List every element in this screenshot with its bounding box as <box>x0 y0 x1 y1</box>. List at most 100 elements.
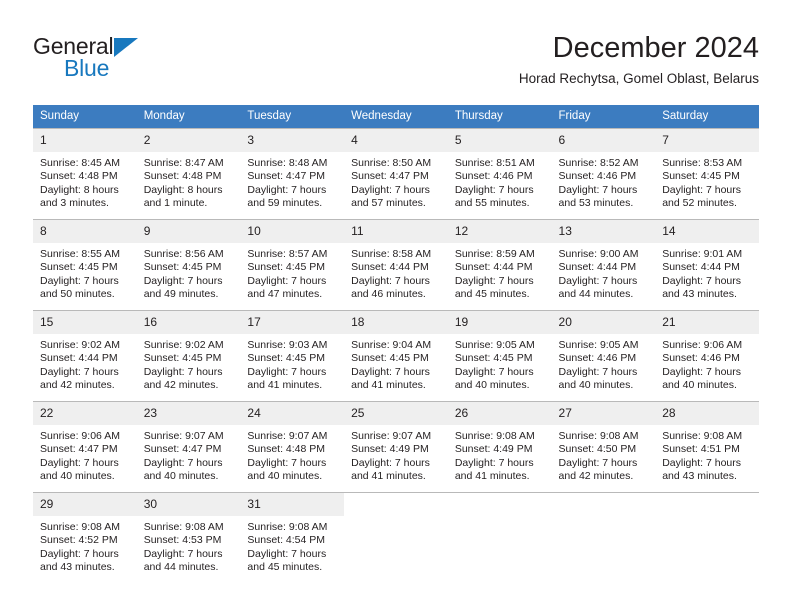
calendar-day-cell[interactable]: 1 Sunrise: 8:45 AM Sunset: 4:48 PM Daylight… <box>33 128 137 220</box>
sunrise-text: Sunrise: 8:59 AM <box>454 248 535 260</box>
calendar-day-cell[interactable]: 2 Sunrise: 8:47 AM Sunset: 4:48 PM Daylight… <box>136 128 241 220</box>
sunrise-text: Sunrise: 9:02 AM <box>143 339 224 351</box>
calendar-week-row: 1 Sunrise: 8:45 AM Sunset: 4:48 PM Daylight… <box>33 128 759 220</box>
day-number: 17 <box>240 311 345 334</box>
day-number: 8 <box>33 220 137 243</box>
calendar-day-cell[interactable]: 4 Sunrise: 8:50 AM Sunset: 4:47 PM Daylight… <box>344 128 448 220</box>
sunset-text: Sunset: 4:49 PM <box>351 443 429 456</box>
calendar-day-cell[interactable]: 24 Sunrise: 9:07 AM Sunset: 4:48 PM Dayligh… <box>240 401 345 493</box>
calendar-day-cell[interactable]: 18 Sunrise: 9:04 AM Sunset: 4:45 PM Dayligh… <box>344 310 448 402</box>
sunset-text: Sunset: 4:45 PM <box>143 261 222 274</box>
daylight-text-line2: and 46 minutes. <box>351 288 426 301</box>
calendar-day-cell[interactable]: 17 Sunrise: 9:03 AM Sunset: 4:45 PM Dayligh… <box>240 310 345 402</box>
day-number: 29 <box>33 493 137 516</box>
day-details: Sunrise: 8:45 AM Sunset: 4:48 PM Daylight:… <box>33 152 137 211</box>
page-header: General Blue December 2024 Horad Rechyts… <box>0 0 792 100</box>
sunset-text: Sunset: 4:46 PM <box>558 170 637 183</box>
sunrise-text: Sunrise: 9:07 AM <box>351 430 432 442</box>
day-number: 26 <box>447 402 552 425</box>
day-number: 18 <box>344 311 448 334</box>
calendar-day-cell[interactable]: 21 Sunrise: 9:06 AM Sunset: 4:46 PM Dayligh… <box>655 310 759 402</box>
calendar-day-cell[interactable]: 29 Sunrise: 9:08 AM Sunset: 4:52 PM Dayligh… <box>33 492 137 583</box>
calendar-day-cell[interactable]: 28 Sunrise: 9:08 AM Sunset: 4:51 PM Dayligh… <box>655 401 759 493</box>
day-number: 24 <box>240 402 345 425</box>
sunrise-text: Sunrise: 9:03 AM <box>247 339 328 351</box>
calendar-day-cell[interactable]: 5 Sunrise: 8:51 AM Sunset: 4:46 PM Daylight… <box>447 128 552 220</box>
sunrise-text: Sunrise: 9:08 AM <box>143 521 224 533</box>
day-details: Sunrise: 8:50 AM Sunset: 4:47 PM Daylight:… <box>344 152 448 211</box>
daylight-text-line1: Daylight: 7 hours <box>247 456 327 469</box>
title-block: December 2024 Horad Rechytsa, Gomel Obla… <box>519 30 759 89</box>
sunset-text: Sunset: 4:53 PM <box>143 534 222 547</box>
daylight-text-line2: and 44 minutes. <box>143 561 219 574</box>
daylight-text-line1: Daylight: 7 hours <box>558 365 638 378</box>
sunset-text: Sunset: 4:47 PM <box>40 443 118 456</box>
calendar-day-cell[interactable]: 31 Sunrise: 9:08 AM Sunset: 4:54 PM Dayligh… <box>240 492 345 583</box>
calendar-day-cell[interactable]: 30 Sunrise: 9:08 AM Sunset: 4:53 PM Dayligh… <box>136 492 241 583</box>
day-number <box>655 493 759 516</box>
day-number: 23 <box>136 402 241 425</box>
daylight-text-line1: Daylight: 7 hours <box>454 274 534 287</box>
calendar-day-cell[interactable]: 22 Sunrise: 9:06 AM Sunset: 4:47 PM Dayligh… <box>33 401 137 493</box>
page-subtitle: Horad Rechytsa, Gomel Oblast, Belarus <box>518 71 759 86</box>
day-details: Sunrise: 8:57 AM Sunset: 4:45 PM Daylight:… <box>240 243 344 302</box>
calendar-day-cell[interactable]: 25 Sunrise: 9:07 AM Sunset: 4:49 PM Dayligh… <box>344 401 448 493</box>
daylight-text-line1: Daylight: 7 hours <box>558 456 638 469</box>
day-number: 19 <box>447 311 552 334</box>
day-number: 3 <box>240 129 345 152</box>
sunrise-text: Sunrise: 9:07 AM <box>143 430 224 442</box>
daylight-text-line2: and 47 minutes. <box>247 288 323 301</box>
calendar-day-cell[interactable]: 3 Sunrise: 8:48 AM Sunset: 4:47 PM Daylight… <box>240 128 345 220</box>
daylight-text-line2: and 43 minutes. <box>40 561 115 574</box>
sunrise-text: Sunrise: 8:53 AM <box>662 157 743 169</box>
daylight-text-line2: and 40 minutes. <box>454 379 530 392</box>
daylight-text-line2: and 42 minutes. <box>40 379 115 392</box>
daylight-text-line1: Daylight: 7 hours <box>351 456 430 469</box>
daylight-text-line1: Daylight: 7 hours <box>351 274 430 287</box>
calendar-day-cell[interactable]: 20 Sunrise: 9:05 AM Sunset: 4:46 PM Dayligh… <box>551 310 656 402</box>
calendar-day-cell[interactable]: 11 Sunrise: 8:58 AM Sunset: 4:44 PM Dayligh… <box>344 219 448 311</box>
day-details: Sunrise: 9:08 AM Sunset: 4:54 PM Daylight:… <box>240 516 344 575</box>
calendar-day-cell[interactable]: 7 Sunrise: 8:53 AM Sunset: 4:45 PM Daylight… <box>655 128 759 220</box>
calendar-day-cell[interactable]: 14 Sunrise: 9:01 AM Sunset: 4:44 PM Dayligh… <box>655 219 759 311</box>
daylight-text-line2: and 59 minutes. <box>247 197 323 210</box>
calendar-day-cell[interactable]: 8 Sunrise: 8:55 AM Sunset: 4:45 PM Daylight… <box>33 219 137 311</box>
calendar-day-cell[interactable]: 13 Sunrise: 9:00 AM Sunset: 4:44 PM Dayligh… <box>551 219 656 311</box>
sunset-text: Sunset: 4:45 PM <box>247 352 326 365</box>
sunrise-text: Sunrise: 8:50 AM <box>351 157 432 169</box>
day-details: Sunrise: 9:07 AM Sunset: 4:49 PM Daylight:… <box>344 425 448 484</box>
calendar-day-cell[interactable]: 9 Sunrise: 8:56 AM Sunset: 4:45 PM Daylight… <box>136 219 241 311</box>
sunset-text: Sunset: 4:46 PM <box>558 352 637 365</box>
sunrise-text: Sunrise: 8:48 AM <box>247 157 328 169</box>
daylight-text-line1: Daylight: 7 hours <box>662 183 742 196</box>
calendar-day-cell[interactable]: 6 Sunrise: 8:52 AM Sunset: 4:46 PM Daylight… <box>551 128 656 220</box>
sunset-text: Sunset: 4:52 PM <box>40 534 118 547</box>
calendar-day-cell[interactable]: 23 Sunrise: 9:07 AM Sunset: 4:47 PM Dayligh… <box>136 401 241 493</box>
calendar-day-cell[interactable]: 27 Sunrise: 9:08 AM Sunset: 4:50 PM Dayligh… <box>551 401 656 493</box>
calendar-day-cell[interactable]: 10 Sunrise: 8:57 AM Sunset: 4:45 PM Dayligh… <box>240 219 345 311</box>
daylight-text-line1: Daylight: 7 hours <box>454 183 534 196</box>
day-details: Sunrise: 8:52 AM Sunset: 4:46 PM Daylight:… <box>552 152 656 211</box>
calendar-day-cell[interactable]: 19 Sunrise: 9:05 AM Sunset: 4:45 PM Dayligh… <box>447 310 552 402</box>
calendar-day-cell[interactable]: 12 Sunrise: 8:59 AM Sunset: 4:44 PM Dayligh… <box>447 219 552 311</box>
general-blue-logo[interactable]: General Blue <box>33 34 233 82</box>
daylight-text-line1: Daylight: 7 hours <box>143 365 223 378</box>
sunset-text: Sunset: 4:45 PM <box>143 352 222 365</box>
daylight-text-line1: Daylight: 8 hours <box>143 183 223 196</box>
day-details: Sunrise: 9:05 AM Sunset: 4:46 PM Daylight:… <box>552 334 656 393</box>
calendar-header-row: Sunday Monday Tuesday Wednesday Thursday… <box>33 105 759 129</box>
sunrise-text: Sunrise: 8:52 AM <box>558 157 639 169</box>
weekday-header-monday: Monday <box>136 105 241 129</box>
calendar-day-cell[interactable]: 15 Sunrise: 9:02 AM Sunset: 4:44 PM Dayligh… <box>33 310 137 402</box>
sunset-text: Sunset: 4:45 PM <box>454 352 533 365</box>
calendar-day-cell[interactable]: 26 Sunrise: 9:08 AM Sunset: 4:49 PM Dayligh… <box>447 401 552 493</box>
calendar-page: General Blue December 2024 Horad Rechyts… <box>0 0 792 612</box>
daylight-text-line1: Daylight: 7 hours <box>40 456 119 469</box>
day-details: Sunrise: 9:08 AM Sunset: 4:52 PM Daylight:… <box>33 516 137 575</box>
sunrise-text: Sunrise: 9:00 AM <box>558 248 639 260</box>
day-number: 14 <box>655 220 759 243</box>
calendar-day-cell[interactable]: 16 Sunrise: 9:02 AM Sunset: 4:45 PM Dayligh… <box>136 310 241 402</box>
day-number: 16 <box>136 311 241 334</box>
logo-triangle-icon <box>114 38 138 57</box>
page-title: December 2024 <box>552 32 759 64</box>
